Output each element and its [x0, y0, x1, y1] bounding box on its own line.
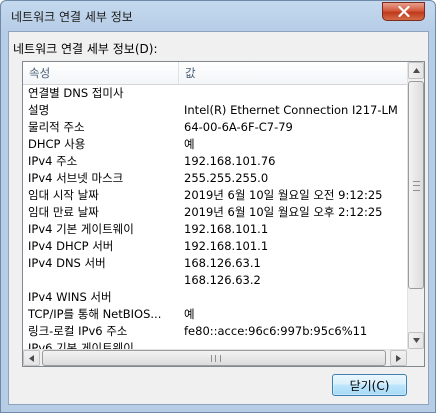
- table-row[interactable]: 임대 시작 날짜 2019년 6월 10일 월요일 오전 9:12:25: [23, 187, 407, 204]
- table-row[interactable]: 168.126.63.2: [23, 272, 407, 289]
- property-cell: IPv4 WINS 서버: [28, 290, 112, 304]
- details-listview[interactable]: 속성 값 연결별 DNS 접미사설명 Intel(R) Ethernet Conn…: [22, 61, 425, 367]
- horizontal-scroll-thumb[interactable]: [42, 350, 386, 366]
- arrow-down-icon: [413, 338, 420, 343]
- column-header-value[interactable]: 값: [179, 62, 407, 84]
- table-row[interactable]: IPv4 기본 게이트웨이 192.168.101.1: [23, 221, 407, 238]
- arrow-left-icon: [29, 355, 34, 362]
- title-bar: 네트워크 연결 세부 정보: [1, 1, 435, 31]
- value-cell: 2019년 6월 10일 월요일 오후 2:12:25: [184, 205, 383, 219]
- table-row[interactable]: DHCP 사용 예: [23, 136, 407, 153]
- close-x-icon: [398, 6, 410, 17]
- property-cell: IPv4 주소: [28, 154, 78, 168]
- window-title: 네트워크 연결 세부 정보: [11, 10, 133, 24]
- value-cell: 168.126.63.2: [184, 273, 261, 287]
- table-row[interactable]: IPv4 WINS 서버: [23, 289, 407, 306]
- property-cell: [28, 272, 178, 289]
- arrow-right-icon: [396, 355, 401, 362]
- horizontal-scrollbar[interactable]: [23, 349, 407, 366]
- property-cell: IPv4 서브넷 마스크: [28, 171, 124, 185]
- value-cell: 192.168.101.1: [184, 222, 269, 236]
- vertical-scrollbar[interactable]: [407, 62, 424, 366]
- network-details-dialog: 네트워크 연결 세부 정보 네트워크 연결 세부 정보(D): 속성 값 연결별…: [0, 0, 436, 413]
- property-cell: 임대 시작 날짜: [28, 188, 99, 202]
- table-row[interactable]: 임대 만료 날짜 2019년 6월 10일 월요일 오후 2:12:25: [23, 204, 407, 221]
- property-cell: IPv4 DHCP 서버: [28, 239, 114, 253]
- value-cell: 예: [184, 307, 195, 321]
- property-cell: 설명: [28, 103, 50, 117]
- value-cell: fe80::acce:96c6:997b:95c6%11: [184, 324, 368, 338]
- scroll-right-button[interactable]: [390, 350, 407, 366]
- window-close-button[interactable]: [382, 2, 425, 21]
- dialog-client-area: 네트워크 연결 세부 정보(D): 속성 값 연결별 DNS 접미사설명 Inte…: [8, 31, 429, 405]
- vertical-scroll-thumb[interactable]: [408, 81, 424, 289]
- scroll-up-button[interactable]: [408, 62, 424, 79]
- table-row[interactable]: IPv4 주소 192.168.101.76: [23, 153, 407, 170]
- value-cell: Intel(R) Ethernet Connection I217-LM: [184, 103, 398, 117]
- value-cell: 예: [184, 137, 195, 151]
- scroll-down-button[interactable]: [408, 332, 424, 349]
- value-cell: 168.126.63.1: [184, 256, 261, 270]
- property-cell: DHCP 사용: [28, 137, 86, 151]
- value-cell: 2019년 6월 10일 월요일 오전 9:12:25: [184, 188, 383, 202]
- value-cell: 64-00-6A-6F-C7-79: [184, 120, 293, 134]
- table-row[interactable]: TCP/IP를 통해 NetBIOS... 예: [23, 306, 407, 323]
- value-cell: 255.255.255.0: [184, 171, 269, 185]
- property-cell: IPv4 기본 게이트웨이: [28, 222, 134, 236]
- close-button[interactable]: 닫기(C): [332, 374, 407, 396]
- list-header: 속성 값: [23, 62, 407, 85]
- property-cell: 연결별 DNS 접미사: [28, 86, 124, 100]
- value-cell: 192.168.101.1: [184, 239, 269, 253]
- column-header-property[interactable]: 속성: [23, 62, 179, 84]
- table-row[interactable]: 연결별 DNS 접미사: [23, 85, 407, 102]
- table-row[interactable]: 물리적 주소 64-00-6A-6F-C7-79: [23, 119, 407, 136]
- arrow-up-icon: [413, 68, 420, 73]
- scroll-left-button[interactable]: [23, 350, 40, 366]
- table-row[interactable]: 설명 Intel(R) Ethernet Connection I217-LM: [23, 102, 407, 119]
- table-row[interactable]: IPv4 서브넷 마스크 255.255.255.0: [23, 170, 407, 187]
- table-row[interactable]: IPv4 DNS 서버 168.126.63.1: [23, 255, 407, 272]
- value-cell: [184, 85, 406, 102]
- property-cell: 임대 만료 날짜: [28, 205, 99, 219]
- table-row[interactable]: IPv4 DHCP 서버 192.168.101.1: [23, 238, 407, 255]
- details-caption: 네트워크 연결 세부 정보(D):: [13, 42, 158, 56]
- property-cell: TCP/IP를 통해 NetBIOS...: [28, 307, 162, 321]
- property-cell: IPv4 DNS 서버: [28, 256, 106, 270]
- table-row[interactable]: 링크-로컬 IPv6 주소 fe80::acce:96c6:997b:95c6%1…: [23, 323, 407, 340]
- scrollbar-corner: [407, 349, 424, 366]
- property-cell: 링크-로컬 IPv6 주소: [28, 324, 128, 338]
- value-cell: 192.168.101.76: [184, 154, 276, 168]
- value-cell: [184, 289, 406, 306]
- property-cell: 물리적 주소: [28, 120, 85, 134]
- list-rows: 연결별 DNS 접미사설명 Intel(R) Ethernet Connectio…: [23, 85, 407, 357]
